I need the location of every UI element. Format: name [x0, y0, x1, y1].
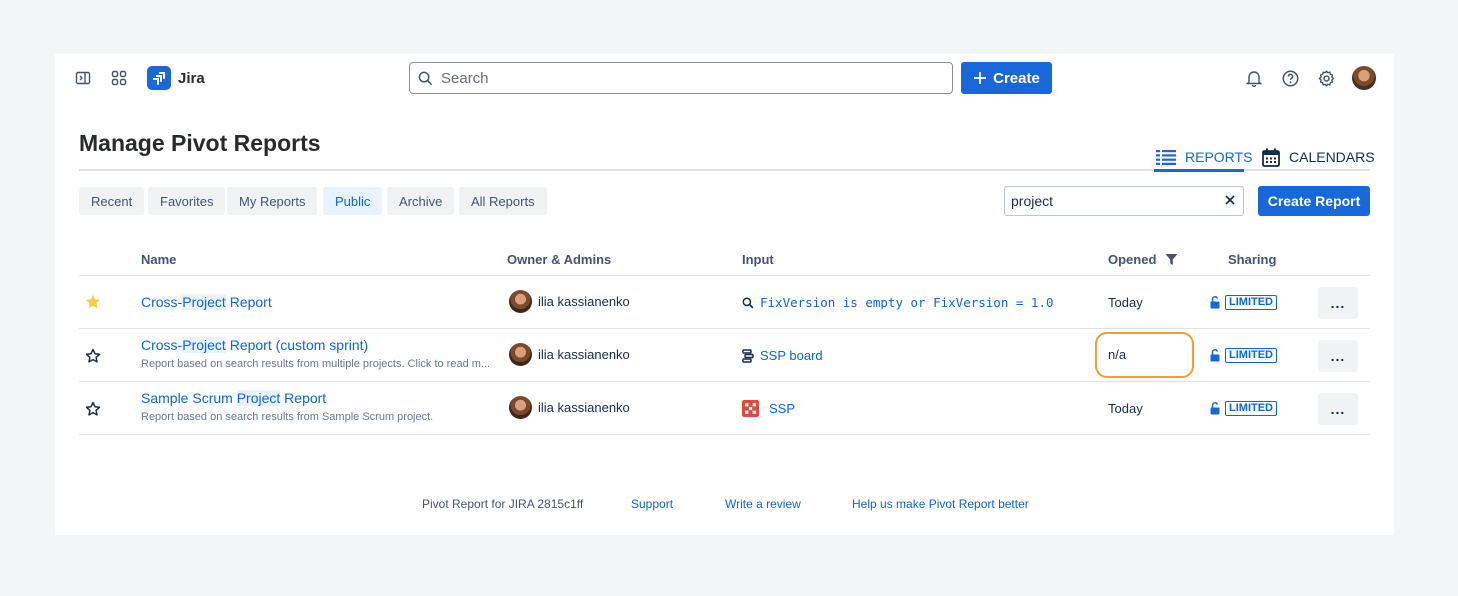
list-icon	[1156, 150, 1176, 165]
report-name-part: Cross-	[141, 294, 183, 310]
create-report-button[interactable]: Create Report	[1258, 186, 1370, 216]
report-owner: ilia kassianenko	[509, 343, 630, 366]
top-nav: Jira Search Create	[55, 54, 1394, 102]
favorite-star-outline-icon[interactable]	[85, 401, 101, 417]
report-name-part: Report	[280, 390, 327, 406]
footer-review-link[interactable]: Write a review	[725, 497, 801, 511]
report-name-link[interactable]: Sample Scrum Project Report	[141, 390, 326, 406]
report-name-match: Project	[182, 294, 226, 310]
report-name-link[interactable]: Cross-Project Report (custom sprint)	[141, 337, 368, 353]
sharing-status[interactable]: LIMITED	[1210, 348, 1277, 363]
column-header-opened[interactable]: Opened	[1108, 252, 1178, 267]
column-header-name[interactable]: Name	[141, 252, 176, 267]
input-text: SSP board	[760, 348, 823, 363]
create-button-label: Create	[993, 69, 1040, 87]
tab-reports-underline	[1154, 169, 1244, 172]
tab-calendars-label: CALENDARS	[1289, 149, 1375, 165]
owner-name: ilia kassianenko	[538, 347, 630, 362]
app-name: Jira	[178, 69, 205, 87]
help-icon[interactable]	[1279, 67, 1301, 89]
filter-funnel-icon[interactable]	[1165, 253, 1178, 266]
report-name-match: Project	[236, 390, 281, 406]
report-owner: ilia kassianenko	[509, 396, 630, 419]
create-button[interactable]: Create	[961, 62, 1052, 94]
input-text: SSP	[769, 401, 796, 416]
tab-calendars[interactable]: CALENDARS	[1262, 145, 1375, 169]
sharing-badge: LIMITED	[1225, 401, 1277, 416]
jira-logo-icon	[147, 66, 171, 90]
input-text: FixVersion is empty or FixVersion = 1.0	[760, 295, 1054, 310]
clear-filter-icon[interactable]	[1223, 193, 1237, 210]
tab-reports[interactable]: REPORTS	[1156, 145, 1252, 169]
report-name-link[interactable]: Cross-Project Report	[141, 294, 272, 310]
column-header-sharing[interactable]: Sharing	[1228, 252, 1276, 267]
report-name-part: Cross-	[141, 337, 183, 353]
table-row: Sample Scrum Project Report Report based…	[79, 382, 1370, 435]
report-owner: ilia kassianenko	[509, 290, 630, 313]
board-icon	[742, 348, 754, 363]
row-divider	[79, 434, 1370, 435]
row-actions-button[interactable]: ...	[1318, 340, 1358, 372]
filter-tab-public[interactable]: Public	[323, 187, 383, 215]
footer-support-link[interactable]: Support	[631, 497, 673, 511]
sidebar-toggle-icon[interactable]	[72, 67, 94, 89]
plus-icon	[974, 72, 987, 84]
report-name-part: Sample Scrum	[141, 390, 237, 406]
app-switcher-icon[interactable]	[108, 67, 130, 89]
report-input-link[interactable]: SSP board	[742, 348, 823, 363]
opened-value: Today	[1108, 295, 1143, 310]
sharing-status[interactable]: LIMITED	[1210, 401, 1277, 416]
notifications-bell-icon[interactable]	[1243, 67, 1265, 89]
filter-tab-all-reports[interactable]: All Reports	[459, 187, 547, 215]
avatar	[509, 396, 532, 419]
column-header-input[interactable]: Input	[742, 252, 774, 267]
sharing-status[interactable]: LIMITED	[1210, 295, 1277, 310]
report-name-part: Report	[225, 294, 272, 310]
report-input-link[interactable]: FixVersion is empty or FixVersion = 1.0	[742, 295, 1054, 310]
owner-name: ilia kassianenko	[538, 294, 630, 309]
table-row: Cross-Project Report ilia kassianenko Fi…	[79, 276, 1370, 329]
report-filter-value: project	[1011, 193, 1054, 209]
favorite-star-filled-icon[interactable]	[85, 294, 101, 310]
search-icon	[418, 71, 433, 85]
search-input[interactable]: Search	[409, 62, 953, 94]
sharing-badge: LIMITED	[1225, 348, 1277, 363]
row-actions-button[interactable]: ...	[1318, 393, 1358, 425]
sharing-badge: LIMITED	[1225, 295, 1277, 310]
report-name-match: Project	[182, 337, 226, 353]
page-title: Manage Pivot Reports	[79, 130, 321, 156]
filter-tab-my-reports[interactable]: My Reports	[227, 187, 318, 215]
lock-open-icon	[1210, 349, 1220, 362]
tab-reports-label: REPORTS	[1185, 149, 1253, 165]
owner-name: ilia kassianenko	[538, 400, 630, 415]
main-card: Jira Search Create Manage Pivot Reports …	[55, 54, 1394, 535]
project-icon	[742, 400, 759, 417]
lock-open-icon	[1210, 402, 1220, 415]
report-input-link[interactable]: SSP	[742, 400, 795, 417]
highlight-ring	[1095, 332, 1194, 378]
jira-logo[interactable]: Jira	[147, 66, 205, 90]
avatar	[509, 343, 532, 366]
lock-open-icon	[1210, 296, 1220, 309]
row-actions-button[interactable]: ...	[1318, 287, 1358, 319]
column-header-opened-label: Opened	[1108, 252, 1157, 267]
filter-tab-favorites[interactable]: Favorites	[148, 187, 226, 215]
report-description: Report based on search results from mult…	[141, 358, 491, 370]
report-name-part: Report (custom sprint)	[225, 337, 369, 353]
calendar-icon	[1262, 148, 1280, 167]
footer-version: Pivot Report for JIRA 2815c1ff	[422, 497, 584, 511]
report-filter-input[interactable]: project	[1004, 186, 1244, 216]
footer-feedback-link[interactable]: Help us make Pivot Report better	[852, 497, 1029, 511]
settings-gear-icon[interactable]	[1315, 67, 1337, 89]
favorite-star-outline-icon[interactable]	[85, 348, 101, 364]
report-description: Report based on search results from Samp…	[141, 411, 434, 423]
avatar	[509, 290, 532, 313]
opened-value: Today	[1108, 401, 1143, 416]
search-icon	[742, 297, 754, 308]
search-placeholder: Search	[441, 69, 489, 87]
column-header-owner[interactable]: Owner & Admins	[507, 252, 611, 267]
filter-tab-archive[interactable]: Archive	[387, 187, 455, 215]
filter-tab-recent[interactable]: Recent	[79, 187, 145, 215]
user-avatar[interactable]	[1352, 66, 1376, 90]
